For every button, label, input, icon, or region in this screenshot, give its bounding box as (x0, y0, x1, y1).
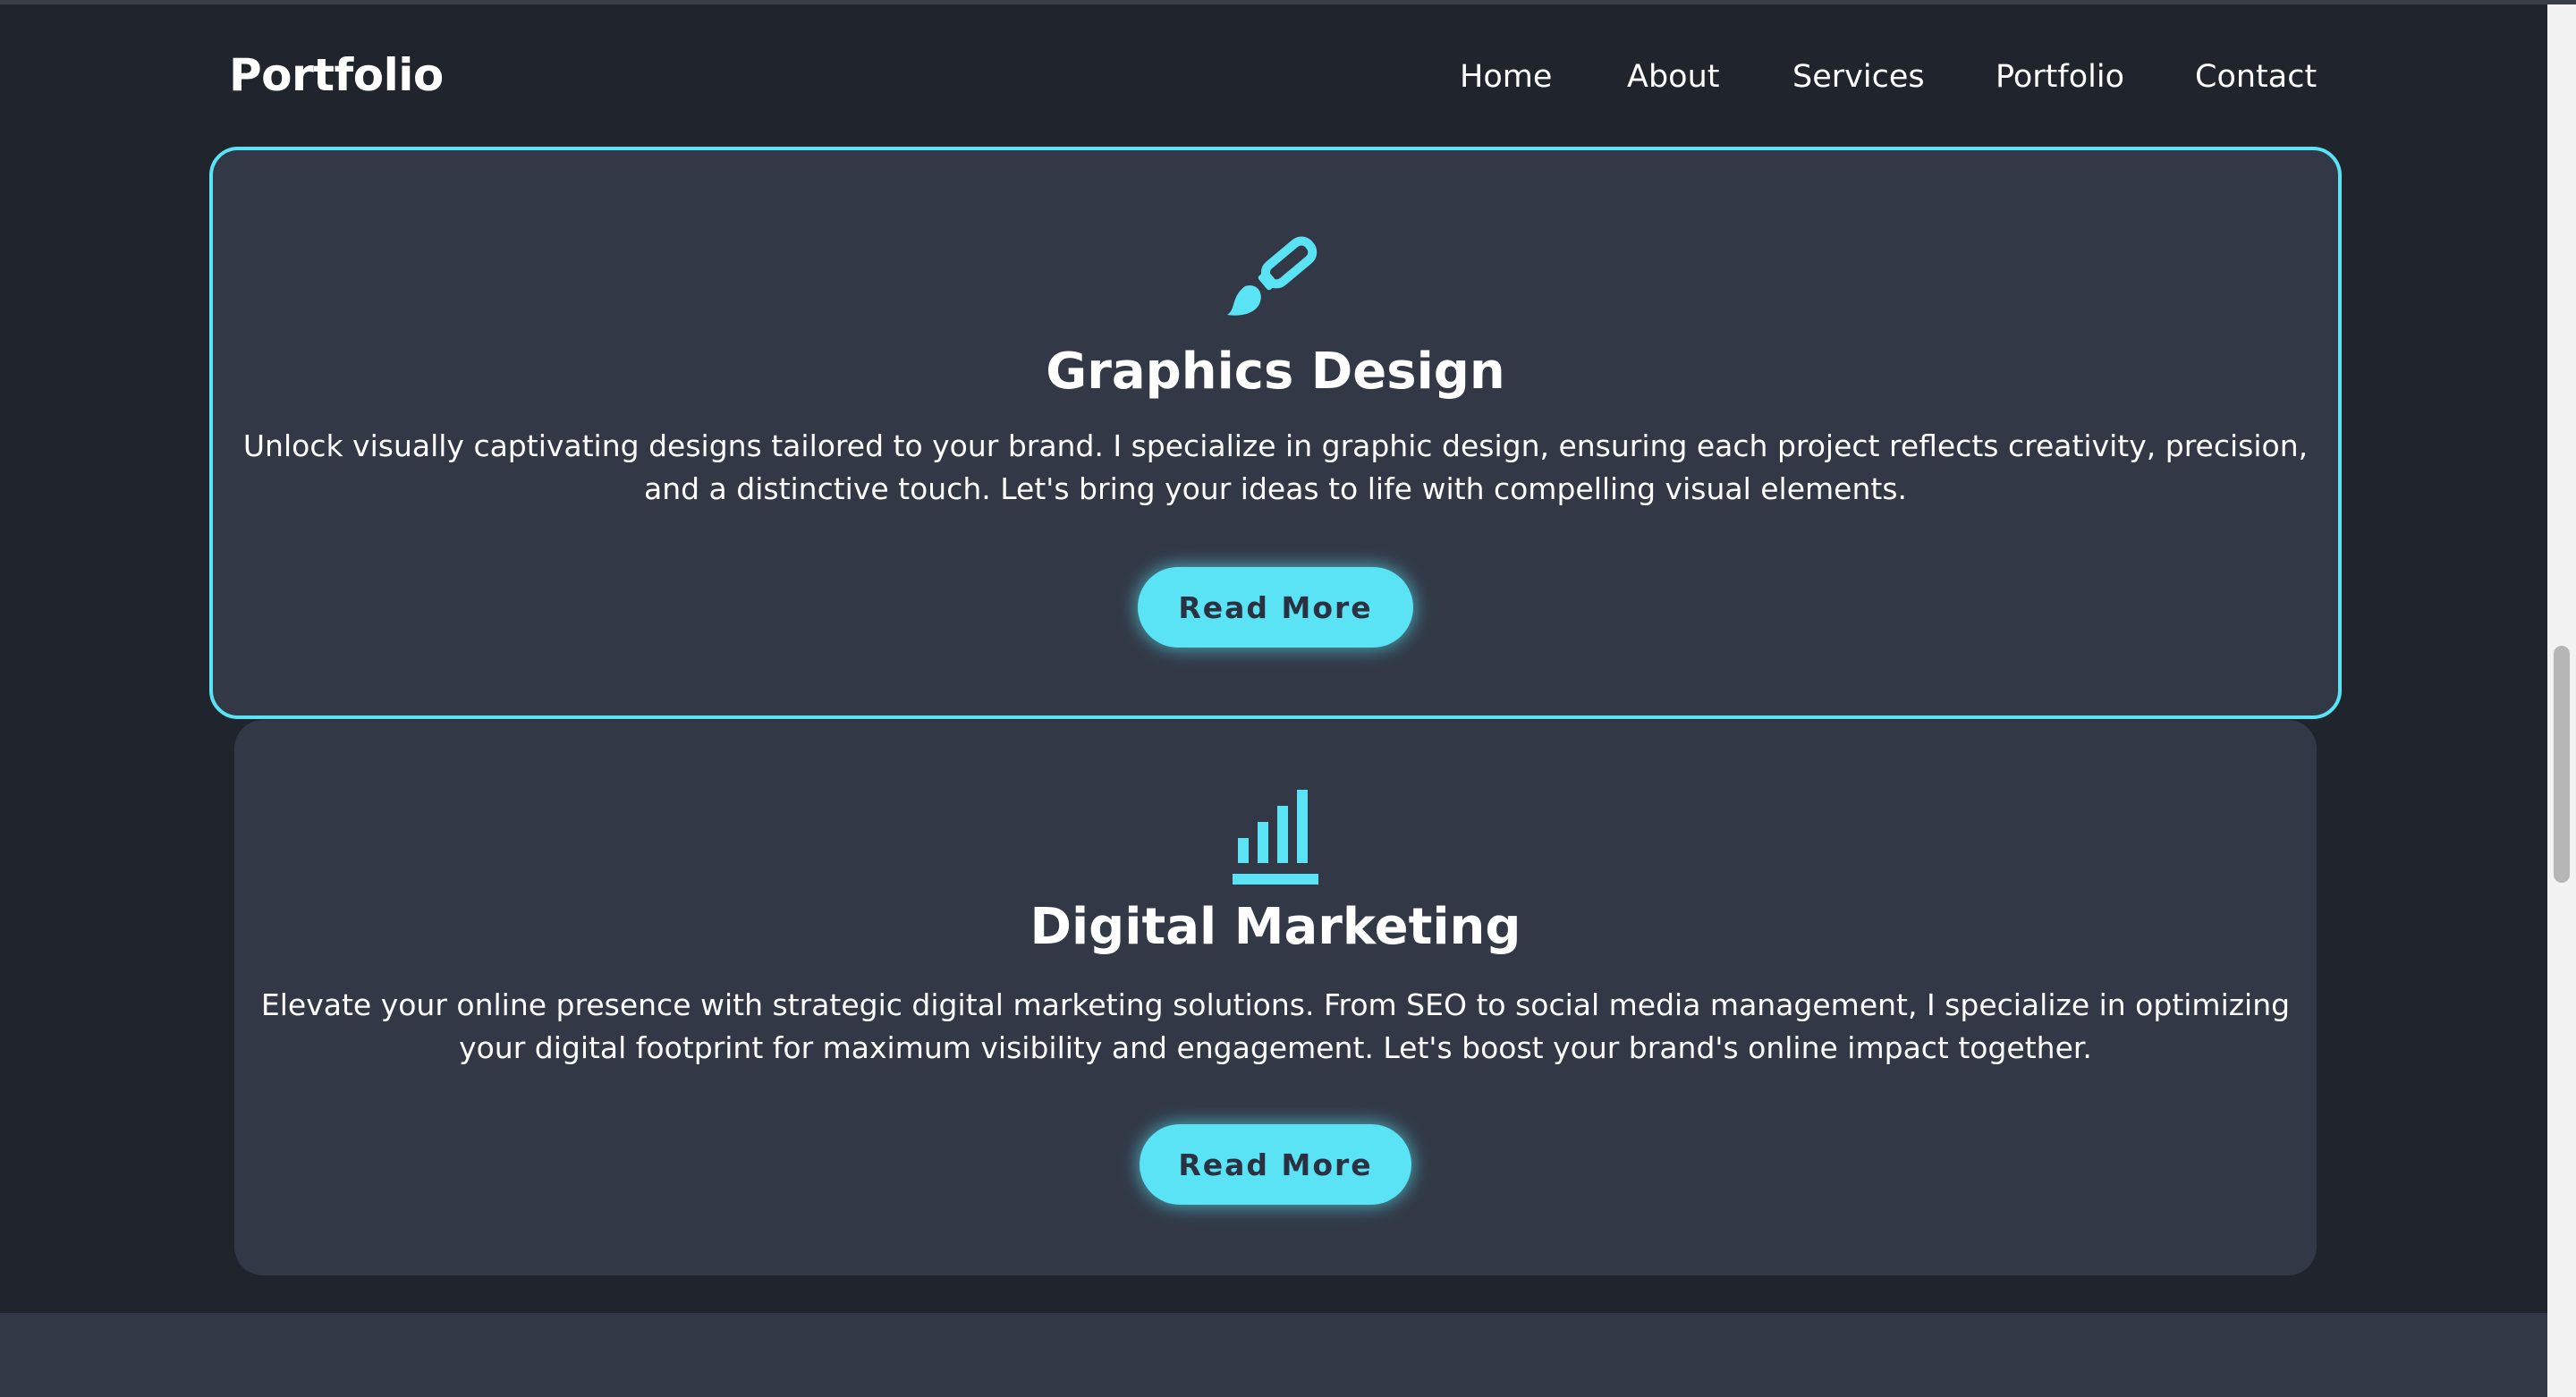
service-card-graphics-design[interactable]: Graphics Design Unlock visually captivat… (209, 147, 2342, 719)
service-title: Digital Marketing (1030, 898, 1521, 956)
paintbrush-icon (1227, 236, 1318, 316)
nav-link-portfolio[interactable]: Portfolio (1996, 52, 2124, 102)
main-nav: Home About Services Portfolio Contact (0, 52, 2547, 102)
bar-chart-icon (1233, 790, 1318, 885)
read-more-button[interactable]: Read More (1138, 567, 1413, 648)
nav-link-services[interactable]: Services (1792, 52, 1925, 102)
service-title: Graphics Design (1046, 343, 1505, 401)
nav-link-about[interactable]: About (1627, 52, 1719, 102)
service-description: Elevate your online presence with strate… (234, 984, 2317, 1070)
nav-link-contact[interactable]: Contact (2195, 52, 2317, 102)
service-description-line: your digital footprint for maximum visib… (459, 1030, 2092, 1065)
page: Portfolio Home About Services Portfolio … (0, 4, 2547, 1397)
site-header: Portfolio Home About Services Portfolio … (0, 4, 2547, 144)
read-more-button[interactable]: Read More (1140, 1124, 1411, 1205)
service-description: Unlock visually captivating designs tail… (231, 425, 2320, 511)
service-description-line: and a distinctive touch. Let's bring you… (643, 471, 1908, 506)
service-description-line: Elevate your online presence with strate… (260, 987, 2291, 1022)
scrollbar-thumb[interactable] (2554, 646, 2570, 883)
service-card-digital-marketing[interactable]: Digital Marketing Elevate your online pr… (234, 720, 2317, 1275)
service-description-line: Unlock visually captivating designs tail… (242, 428, 2309, 463)
next-section-band (0, 1313, 2547, 1397)
nav-link-home[interactable]: Home (1460, 52, 1552, 102)
